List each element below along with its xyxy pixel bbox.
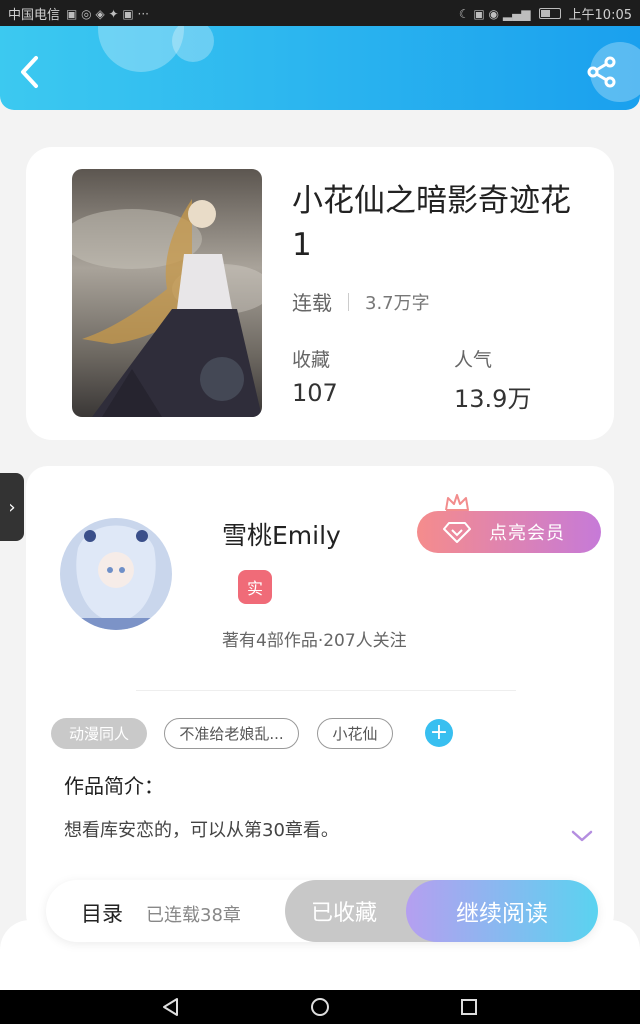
intro-title: 作品简介： [64,774,164,798]
section-divider [136,690,516,691]
square-recents-icon[interactable] [458,996,480,1018]
share-button[interactable] [586,56,618,88]
intro-text: 想看库安恋的，可以从第30章看。 [64,820,339,841]
add-tag-button[interactable]: + [425,719,453,747]
author-card: 雪桃Emily 实 著有4部作品·207人关注 点亮会员 动漫同人 不准给老娘乱… [26,466,614,936]
signal-icons: ☾ ▣ ◉ ▂▄▆ [458,6,531,21]
status-icons: ▣ ◎ ◈ ✦ ▣ ··· [66,6,149,21]
decor-bubble [172,26,214,62]
vip-button-label: 点亮会员 [489,523,565,544]
tag-chip[interactable]: 不准给老娘乱... [164,718,299,749]
diamond-icon [443,522,471,543]
tag-chip[interactable]: 动漫同人 [51,718,147,749]
share-icon [587,56,616,88]
popularity-label: 人气 [454,349,493,371]
triangle-back-icon[interactable] [160,996,182,1018]
carrier-label: 中国电信 [8,8,61,23]
tag-chip[interactable]: 小花仙 [317,718,393,749]
book-status-row: 连载 3.7万字 [292,287,430,316]
serial-status: 连载 [292,291,332,315]
decor-bubble [98,26,184,72]
battery-icon [538,8,561,19]
author-name[interactable]: 雪桃Emily [222,516,341,552]
collected-label: 已收藏 [311,901,378,926]
popularity-value: 13.9万 [454,385,532,413]
status-left: 中国电信 ▣ ◎ ◈ ✦ ▣ ··· [8,4,149,24]
chapter-count: 已连载38章 [146,905,241,926]
crown-icon [445,494,469,511]
system-navigation-bar [0,990,640,1024]
word-count: 3.7万字 [365,292,430,314]
status-right: ☾ ▣ ◉ ▂▄▆ 上午10:05 [458,4,632,24]
status-bar: 中国电信 ▣ ◎ ◈ ✦ ▣ ··· ☾ ▣ ◉ ▂▄▆ 上午10:05 [0,0,640,26]
expand-chevron-down-icon[interactable] [570,828,594,844]
author-avatar[interactable] [60,518,172,630]
bottom-action-bar: 目录 已连载38章 已收藏 继续阅读 [46,880,598,942]
book-cover-image[interactable] [72,169,262,417]
book-title: 小花仙之暗影奇迹花1 [292,183,571,263]
continue-reading-button[interactable]: 继续阅读 [406,880,598,942]
side-drawer-tab[interactable]: › [0,473,24,541]
author-stats: 著有4部作品·207人关注 [222,631,407,651]
divider [348,292,349,311]
cover-artwork [72,169,262,417]
chevron-left-icon [21,56,38,88]
circle-home-icon[interactable] [309,996,331,1018]
verified-badge: 实 [238,570,272,604]
favorites-value: 107 [292,379,338,407]
book-info-card: 小花仙之暗影奇迹花1 连载 3.7万字 收藏 107 人气 13.9万 [26,147,614,440]
avatar-image [60,518,172,630]
table-of-contents-button[interactable]: 目录 [81,898,123,928]
clock-time: 上午10:05 [568,8,632,23]
activate-vip-button[interactable]: 点亮会员 [417,511,601,553]
continue-reading-label: 继续阅读 [456,901,548,927]
top-header [0,26,640,110]
favorites-label: 收藏 [292,349,331,371]
back-button[interactable] [18,54,48,90]
